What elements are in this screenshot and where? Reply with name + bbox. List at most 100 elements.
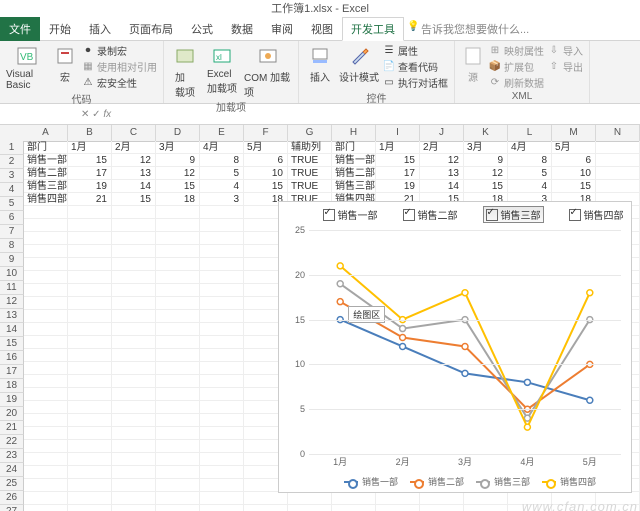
legend-checkbox-item[interactable]: 销售一部 (323, 206, 378, 223)
import-button[interactable]: ⇩导入 (548, 43, 583, 58)
cell[interactable] (200, 284, 244, 297)
export-button[interactable]: ⇧导出 (548, 59, 583, 74)
cell[interactable] (200, 414, 244, 427)
cell[interactable] (112, 388, 156, 401)
row-header[interactable]: 15 (0, 337, 24, 351)
cell[interactable] (112, 453, 156, 466)
cell[interactable] (156, 336, 200, 349)
cell[interactable] (156, 479, 200, 492)
cell[interactable] (112, 284, 156, 297)
tell-me[interactable]: 告诉我您想要做什么... (404, 17, 538, 41)
cell[interactable] (156, 323, 200, 336)
cell[interactable] (156, 440, 200, 453)
cell[interactable] (112, 427, 156, 440)
cell[interactable] (24, 414, 68, 427)
col-header[interactable]: J (420, 125, 464, 142)
cell[interactable] (24, 258, 68, 271)
cell[interactable]: 销售二部 (24, 167, 68, 180)
cell[interactable] (68, 375, 112, 388)
cell[interactable] (112, 219, 156, 232)
cell[interactable] (24, 492, 68, 505)
visual-basic-button[interactable]: VB Visual Basic (6, 43, 48, 91)
cell[interactable] (68, 414, 112, 427)
cell[interactable] (244, 505, 288, 511)
col-header[interactable]: M (552, 125, 596, 142)
row-header[interactable]: 20 (0, 407, 24, 421)
cell[interactable]: 销售四部 (24, 193, 68, 206)
cell[interactable] (24, 388, 68, 401)
cell[interactable]: 18 (156, 193, 200, 206)
cell[interactable] (112, 440, 156, 453)
cell[interactable] (596, 167, 640, 180)
row-header[interactable]: 24 (0, 463, 24, 477)
cell[interactable] (68, 479, 112, 492)
cell[interactable] (200, 453, 244, 466)
relative-ref-button[interactable]: ▦使用相对引用 (82, 59, 157, 74)
cell[interactable] (24, 310, 68, 323)
cell[interactable] (156, 375, 200, 388)
cell[interactable] (112, 414, 156, 427)
cell[interactable] (68, 466, 112, 479)
cell[interactable]: 15 (156, 180, 200, 193)
row-header[interactable]: 26 (0, 491, 24, 505)
tab-data[interactable]: 数据 (222, 17, 262, 41)
cell[interactable] (68, 245, 112, 258)
cell[interactable] (156, 492, 200, 505)
row-header[interactable]: 4 (0, 183, 24, 197)
cell[interactable]: 3 (200, 193, 244, 206)
col-header[interactable]: D (156, 125, 200, 142)
cell[interactable]: TRUE (288, 180, 332, 193)
cell[interactable] (68, 323, 112, 336)
row-header[interactable]: 18 (0, 379, 24, 393)
cell[interactable]: 3月 (464, 141, 508, 154)
cell[interactable]: 15 (552, 180, 596, 193)
cell[interactable] (156, 232, 200, 245)
cell[interactable] (112, 466, 156, 479)
cell[interactable]: 15 (112, 193, 156, 206)
row-header[interactable]: 19 (0, 393, 24, 407)
cell[interactable]: 19 (68, 180, 112, 193)
cell[interactable] (24, 297, 68, 310)
tab-view[interactable]: 视图 (302, 17, 342, 41)
cell[interactable] (68, 336, 112, 349)
properties-button[interactable]: ☰属性 (383, 43, 448, 58)
cell[interactable] (24, 323, 68, 336)
cell[interactable]: 13 (112, 167, 156, 180)
cell[interactable]: 1月 (68, 141, 112, 154)
cell[interactable]: 6 (552, 154, 596, 167)
cell[interactable] (200, 375, 244, 388)
cell[interactable]: TRUE (288, 167, 332, 180)
row-header[interactable]: 8 (0, 239, 24, 253)
cell[interactable] (68, 388, 112, 401)
row-header[interactable]: 21 (0, 421, 24, 435)
col-header[interactable]: K (464, 125, 508, 142)
cell[interactable]: 17 (68, 167, 112, 180)
cell[interactable]: TRUE (288, 154, 332, 167)
cell[interactable]: 15 (376, 154, 420, 167)
cell[interactable] (200, 440, 244, 453)
cell[interactable] (112, 258, 156, 271)
row-header[interactable]: 25 (0, 477, 24, 491)
cell[interactable]: 辅助列 (288, 141, 332, 154)
row-header[interactable]: 27 (0, 505, 24, 511)
cell[interactable]: 10 (244, 167, 288, 180)
cell[interactable] (332, 492, 376, 505)
cell[interactable] (156, 206, 200, 219)
cell[interactable] (24, 427, 68, 440)
cell[interactable]: 4 (508, 180, 552, 193)
refresh-data-button[interactable]: ⟳刷新数据 (489, 75, 544, 90)
cell[interactable] (112, 492, 156, 505)
view-code-button[interactable]: 📄查看代码 (383, 59, 448, 74)
tab-file[interactable]: 文件 (0, 17, 40, 41)
tab-home[interactable]: 开始 (40, 17, 80, 41)
cell[interactable] (156, 310, 200, 323)
cell[interactable] (112, 375, 156, 388)
cell[interactable]: 9 (464, 154, 508, 167)
cell[interactable]: 5月 (552, 141, 596, 154)
cell[interactable]: 12 (420, 154, 464, 167)
cell[interactable] (24, 362, 68, 375)
cell[interactable] (24, 401, 68, 414)
tab-review[interactable]: 审阅 (262, 17, 302, 41)
row-header[interactable]: 23 (0, 449, 24, 463)
cell[interactable] (332, 505, 376, 511)
